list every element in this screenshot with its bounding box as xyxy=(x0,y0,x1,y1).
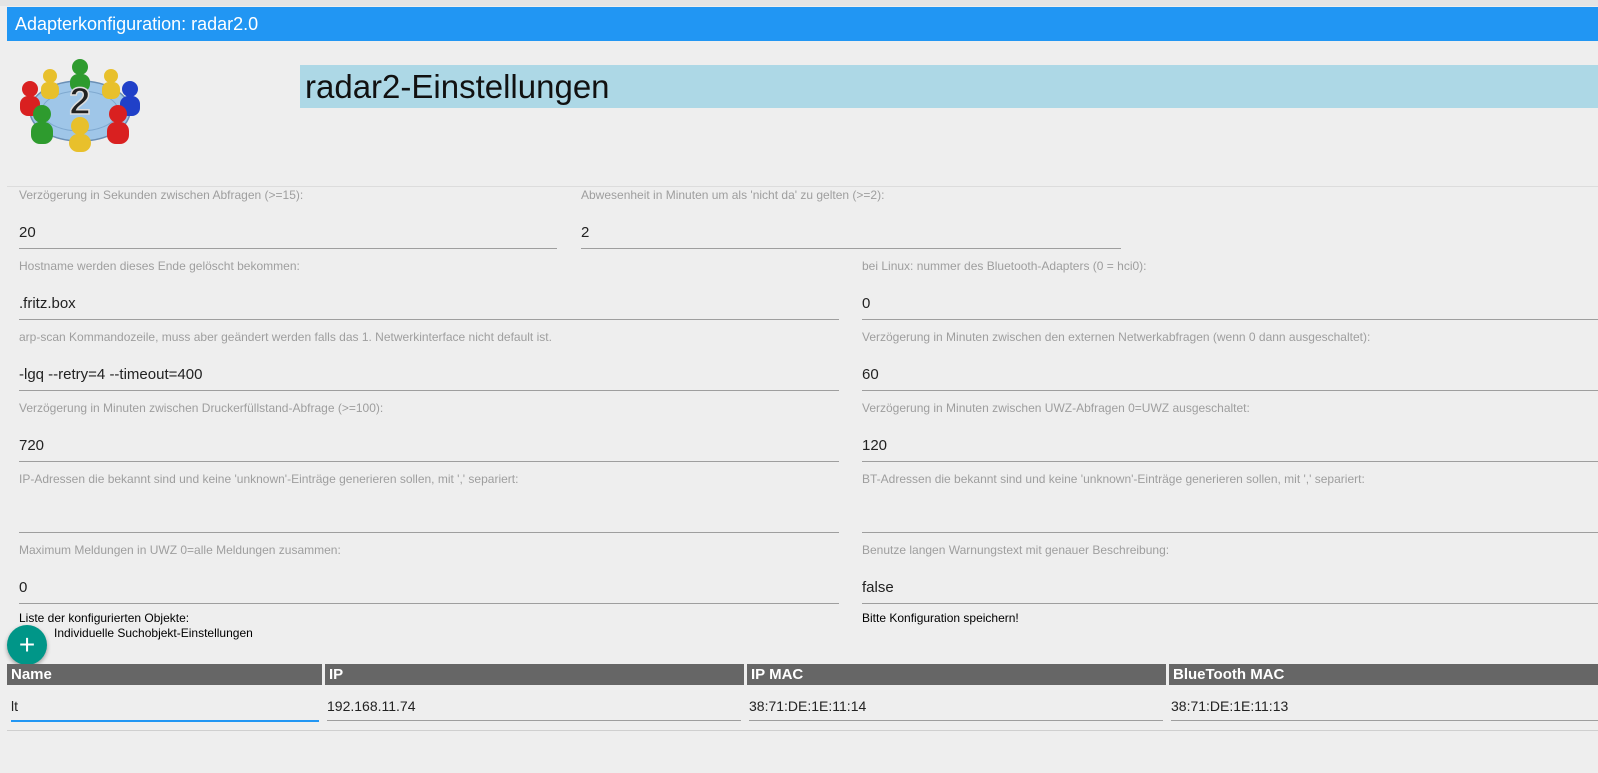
logo-digit: 2 xyxy=(69,81,90,123)
uwz-delay-input[interactable] xyxy=(862,431,1598,462)
save-hint: Bitte Konfiguration speichern! xyxy=(862,611,1019,625)
arp-scan-label: arp-scan Kommandozeile, muss aber geände… xyxy=(19,330,552,344)
max-uwz-input[interactable] xyxy=(19,573,839,604)
long-warning-input[interactable] xyxy=(862,573,1598,604)
radar2-logo: 2 xyxy=(14,56,149,156)
printer-delay-label: Verzögerung in Minuten zwischen Druckerf… xyxy=(19,401,384,415)
external-delay-label: Verzögerung in Minuten zwischen den exte… xyxy=(862,330,1371,344)
add-object-button[interactable]: + xyxy=(7,625,47,665)
column-header-ip[interactable]: IP xyxy=(322,664,746,685)
uwz-delay-label: Verzögerung in Minuten zwischen UWZ-Abfr… xyxy=(862,401,1250,415)
objects-table-header: Name IP IP MAC BlueTooth MAC xyxy=(7,664,1598,685)
row-bt-mac-input[interactable] xyxy=(1171,692,1598,721)
hostname-suffix-field: Hostname werden dieses Ende gelöscht bek… xyxy=(19,259,839,321)
long-warning-label: Benutze langen Warnungstext mit genauer … xyxy=(862,543,1170,557)
row-ip-input[interactable] xyxy=(327,692,741,721)
delay-seconds-field: Verzögerung in Sekunden zwischen Abfrage… xyxy=(19,188,557,250)
objects-list-label: Liste der konfigurierten Objekte: xyxy=(19,611,190,625)
column-header-ip-mac[interactable]: IP MAC xyxy=(744,664,1168,685)
absence-minutes-input[interactable] xyxy=(581,218,1121,249)
known-bts-label: BT-Adressen die bekannt sind und keine '… xyxy=(862,472,1365,486)
column-header-name[interactable]: Name xyxy=(7,664,325,685)
page-title: radar2-Einstellungen xyxy=(300,65,1598,108)
absence-minutes-field: Abwesenheit in Minuten um als 'nicht da'… xyxy=(581,188,1121,250)
long-warning-field: Benutze langen Warnungstext mit genauer … xyxy=(862,543,1598,605)
divider xyxy=(7,186,1598,187)
uwz-delay-field: Verzögerung in Minuten zwischen UWZ-Abfr… xyxy=(862,401,1598,463)
arp-scan-input[interactable] xyxy=(19,360,839,391)
max-uwz-field: Maximum Meldungen in UWZ 0=alle Meldunge… xyxy=(19,543,839,605)
max-uwz-label: Maximum Meldungen in UWZ 0=alle Meldunge… xyxy=(19,543,341,557)
plus-icon: + xyxy=(18,629,36,660)
hostname-suffix-input[interactable] xyxy=(19,289,839,320)
printer-delay-input[interactable] xyxy=(19,431,839,462)
individual-settings-label: Individuelle Suchobjekt-Einstellungen xyxy=(54,626,253,640)
table-bottom-divider xyxy=(7,730,1598,731)
known-bts-field: BT-Adressen die bekannt sind und keine '… xyxy=(862,472,1598,534)
arp-scan-field: arp-scan Kommandozeile, muss aber geände… xyxy=(19,330,839,392)
row-name-input[interactable] xyxy=(11,692,319,722)
external-delay-input[interactable] xyxy=(862,360,1598,391)
known-ips-field: IP-Adressen die bekannt sind und keine '… xyxy=(19,472,839,534)
bt-adapter-field: bei Linux: nummer des Bluetooth-Adapters… xyxy=(862,259,1598,321)
column-header-bt-mac[interactable]: BlueTooth MAC xyxy=(1166,664,1598,685)
known-bts-input[interactable] xyxy=(862,502,1598,533)
printer-delay-field: Verzögerung in Minuten zwischen Druckerf… xyxy=(19,401,839,463)
hostname-suffix-label: Hostname werden dieses Ende gelöscht bek… xyxy=(19,259,300,273)
bt-adapter-label: bei Linux: nummer des Bluetooth-Adapters… xyxy=(862,259,1147,273)
absence-minutes-label: Abwesenheit in Minuten um als 'nicht da'… xyxy=(581,188,885,202)
delay-seconds-label: Verzögerung in Sekunden zwischen Abfrage… xyxy=(19,188,304,202)
known-ips-label: IP-Adressen die bekannt sind und keine '… xyxy=(19,472,519,486)
bt-adapter-input[interactable] xyxy=(862,289,1598,320)
external-delay-field: Verzögerung in Minuten zwischen den exte… xyxy=(862,330,1598,392)
window-top-border xyxy=(0,0,1598,6)
delay-seconds-input[interactable] xyxy=(19,218,557,249)
known-ips-input[interactable] xyxy=(19,502,839,533)
window-titlebar: Adapterkonfiguration: radar2.0 xyxy=(7,7,1598,41)
row-ip-mac-input[interactable] xyxy=(749,692,1163,721)
